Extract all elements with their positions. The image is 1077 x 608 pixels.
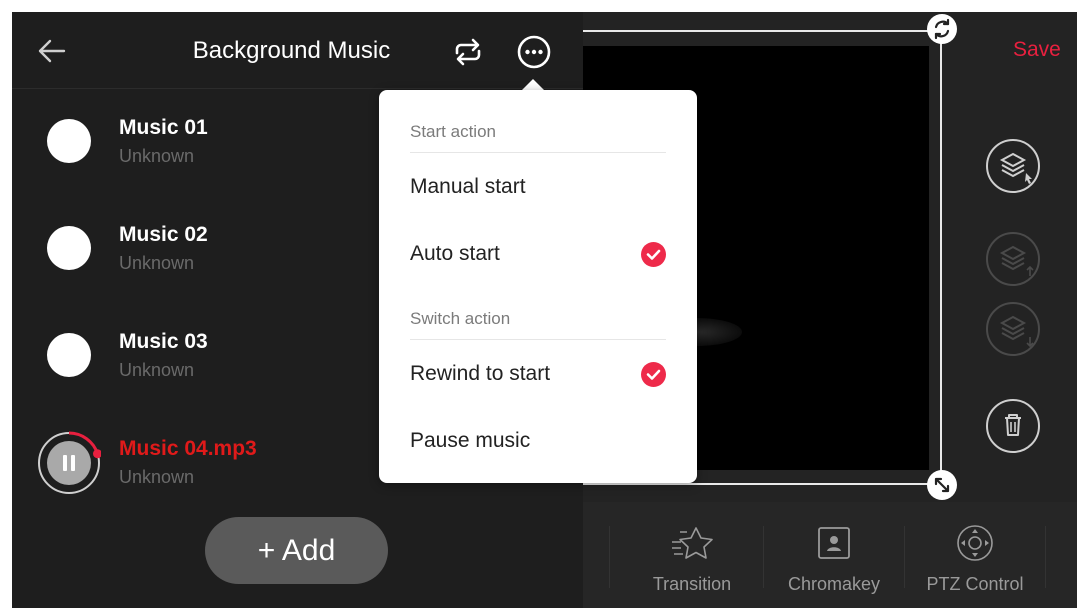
menu-item-label: Auto start bbox=[410, 242, 500, 265]
music-title: Music 04.mp3 bbox=[119, 437, 257, 460]
layer-down-icon[interactable] bbox=[986, 302, 1040, 356]
music-title: Music 03 bbox=[119, 330, 208, 353]
menu-item-label: Rewind to start bbox=[410, 362, 551, 385]
music-artist: Unknown bbox=[119, 360, 195, 380]
start-action-heading: Start action bbox=[410, 122, 496, 141]
transition-label: Transition bbox=[652, 574, 732, 594]
page-title: Background Music bbox=[192, 37, 391, 64]
switch-action-heading: Switch action bbox=[410, 309, 511, 328]
check-icon bbox=[641, 242, 666, 267]
ptz-control-button[interactable]: PTZ Control bbox=[905, 512, 1045, 598]
menu-item-auto-start[interactable]: Auto start bbox=[379, 224, 697, 284]
layer-up-icon[interactable] bbox=[986, 232, 1040, 286]
menu-item-label: Pause music bbox=[410, 429, 531, 452]
divider bbox=[410, 152, 666, 153]
ptz-dpad-icon bbox=[956, 524, 994, 562]
music-title: Music 02 bbox=[119, 223, 208, 246]
chromakey-icon bbox=[817, 526, 851, 560]
chromakey-label: Chromakey bbox=[787, 574, 881, 594]
menu-item-pause[interactable]: Pause music bbox=[379, 411, 697, 471]
divider bbox=[410, 339, 666, 340]
chromakey-button[interactable]: Chromakey bbox=[764, 512, 904, 598]
trash-icon[interactable] bbox=[986, 399, 1040, 453]
music-disc-icon bbox=[47, 333, 91, 377]
loop-icon[interactable] bbox=[449, 33, 487, 71]
layers-select-icon[interactable] bbox=[986, 139, 1040, 193]
save-button[interactable]: Save bbox=[1013, 38, 1061, 62]
top-bar: Background Music bbox=[12, 12, 583, 89]
music-artist: Unknown bbox=[119, 146, 195, 166]
music-title: Music 01 bbox=[119, 116, 208, 139]
divider bbox=[609, 526, 610, 588]
options-menu: Start action Manual start Auto start Swi… bbox=[379, 90, 697, 483]
add-button[interactable]: + Add bbox=[205, 517, 388, 584]
resize-icon[interactable] bbox=[927, 470, 957, 500]
divider bbox=[1045, 526, 1046, 588]
menu-item-manual-start[interactable]: Manual start bbox=[379, 157, 697, 217]
music-disc-icon bbox=[47, 119, 91, 163]
rotate-icon[interactable] bbox=[927, 14, 957, 44]
menu-item-label: Manual start bbox=[410, 175, 526, 198]
more-icon[interactable] bbox=[515, 33, 553, 71]
ptz-label: PTZ Control bbox=[926, 574, 1024, 594]
music-artist: Unknown bbox=[119, 253, 195, 273]
music-artist: Unknown bbox=[119, 467, 195, 487]
pause-icon[interactable] bbox=[37, 431, 102, 495]
transition-star-icon bbox=[670, 524, 714, 564]
check-icon bbox=[641, 362, 666, 387]
menu-item-rewind[interactable]: Rewind to start bbox=[379, 344, 697, 404]
bottom-toolbar: Transition Chromakey PTZ Control bbox=[583, 502, 1077, 608]
music-disc-icon bbox=[47, 226, 91, 270]
transition-button[interactable]: Transition bbox=[621, 512, 763, 598]
